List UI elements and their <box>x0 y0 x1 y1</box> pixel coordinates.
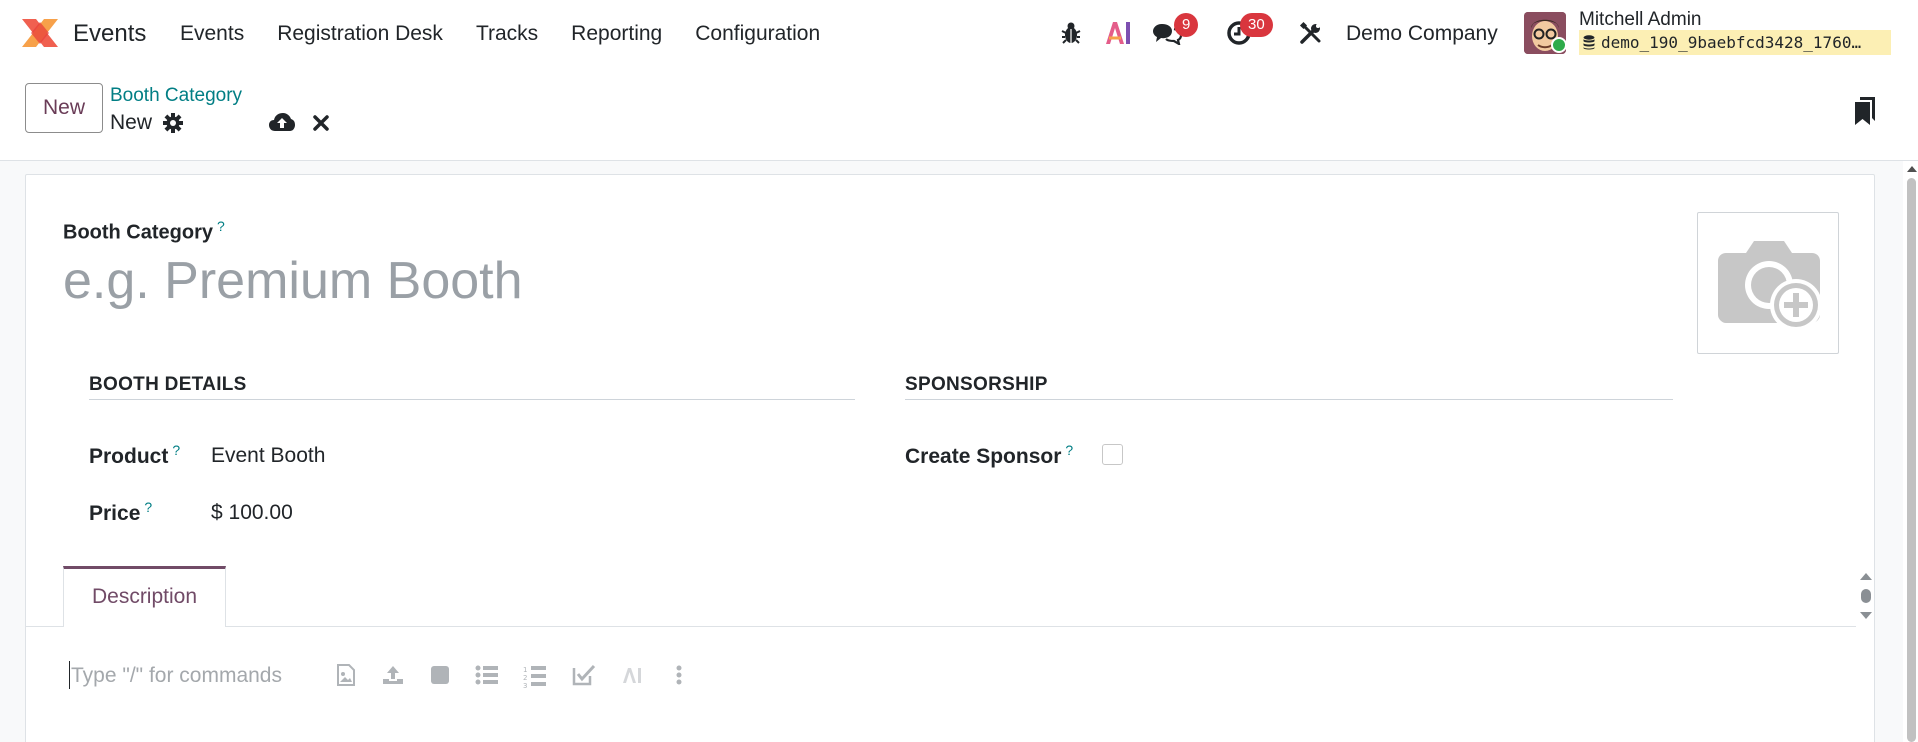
booth-details-separator <box>89 399 855 400</box>
price-label-text: Price <box>89 502 141 525</box>
user-name[interactable]: Mitchell Admin <box>1579 9 1702 31</box>
menu-reporting[interactable]: Reporting <box>571 22 662 46</box>
svg-text:2: 2 <box>523 674 527 682</box>
create-sponsor-label-text: Create Sponsor <box>905 445 1062 468</box>
scroll-up-arrow-icon[interactable] <box>1906 165 1918 173</box>
top-navbar: Events Events Registration Desk Tracks R… <box>0 0 1918 68</box>
text-cursor <box>69 661 70 689</box>
price-label: Price? <box>89 499 152 526</box>
menu-tracks[interactable]: Tracks <box>476 22 538 46</box>
company-switcher[interactable]: Demo Company <box>1346 22 1498 46</box>
svg-text:3: 3 <box>523 682 527 688</box>
tab-description[interactable]: Description <box>63 566 226 627</box>
numbered-list-icon[interactable]: 1 2 3 <box>523 664 547 688</box>
image-icon[interactable] <box>336 664 356 686</box>
booth-category-label: Booth Category? <box>63 218 225 245</box>
discard-icon[interactable] <box>313 115 329 131</box>
menu-events[interactable]: Events <box>180 22 244 46</box>
bookmark-icon[interactable] <box>1855 97 1875 125</box>
events-app-logo[interactable] <box>18 17 62 49</box>
media-icon[interactable] <box>429 664 451 686</box>
more-options-icon[interactable] <box>676 664 682 686</box>
activities-badge: 30 <box>1240 13 1273 37</box>
image-upload-field[interactable] <box>1697 212 1839 354</box>
bug-icon[interactable] <box>1060 21 1082 45</box>
ai-icon[interactable] <box>1104 20 1132 46</box>
product-label: Product? <box>89 442 180 469</box>
menu-registration-desk[interactable]: Registration Desk <box>277 22 443 46</box>
bullet-list-icon[interactable] <box>475 664 499 686</box>
record-name: New <box>110 111 153 134</box>
product-label-text: Product <box>89 445 169 468</box>
database-icon <box>1583 35 1595 50</box>
main-menu: Events Registration Desk Tracks Reportin… <box>180 22 853 46</box>
booth-category-name-input[interactable] <box>63 250 1663 312</box>
notebook-scroll-arrows-icon[interactable] <box>1857 570 1875 622</box>
help-tooltip[interactable]: ? <box>1065 442 1073 458</box>
notebook-tab-divider <box>26 626 1856 627</box>
booth-details-title: BOOTH DETAILS <box>89 374 247 395</box>
sponsorship-separator <box>905 399 1673 400</box>
help-tooltip[interactable]: ? <box>144 499 152 515</box>
menu-configuration[interactable]: Configuration <box>695 22 820 46</box>
ai-icon[interactable] <box>622 667 642 684</box>
description-editor[interactable]: Type "/" for commands <box>71 664 282 688</box>
checklist-icon[interactable] <box>572 664 596 686</box>
scrollbar-thumb[interactable] <box>1907 178 1916 742</box>
camera-plus-icon <box>1718 241 1822 331</box>
upload-icon[interactable] <box>382 664 404 686</box>
product-field[interactable]: Event Booth <box>211 444 325 468</box>
online-status-dot <box>1551 37 1567 53</box>
save-cloud-icon[interactable] <box>269 112 295 132</box>
database-name: demo_190_9baebfcd3428_1760… <box>1579 30 1891 55</box>
gear-icon[interactable] <box>163 113 183 133</box>
create-sponsor-label: Create Sponsor? <box>905 442 1073 469</box>
new-record-button[interactable]: New <box>25 83 103 133</box>
svg-text:1: 1 <box>523 666 527 674</box>
breadcrumb-booth-category[interactable]: Booth Category <box>110 85 242 107</box>
tools-icon[interactable] <box>1299 21 1323 45</box>
price-field[interactable]: $ 100.00 <box>211 501 293 525</box>
booth-category-label-text: Booth Category <box>63 221 213 244</box>
create-sponsor-checkbox[interactable] <box>1102 444 1123 465</box>
app-name[interactable]: Events <box>73 20 146 48</box>
sponsorship-title: SPONSORSHIP <box>905 374 1048 395</box>
help-tooltip[interactable]: ? <box>217 218 225 234</box>
help-tooltip[interactable]: ? <box>172 442 180 458</box>
messages-badge: 9 <box>1174 13 1199 37</box>
